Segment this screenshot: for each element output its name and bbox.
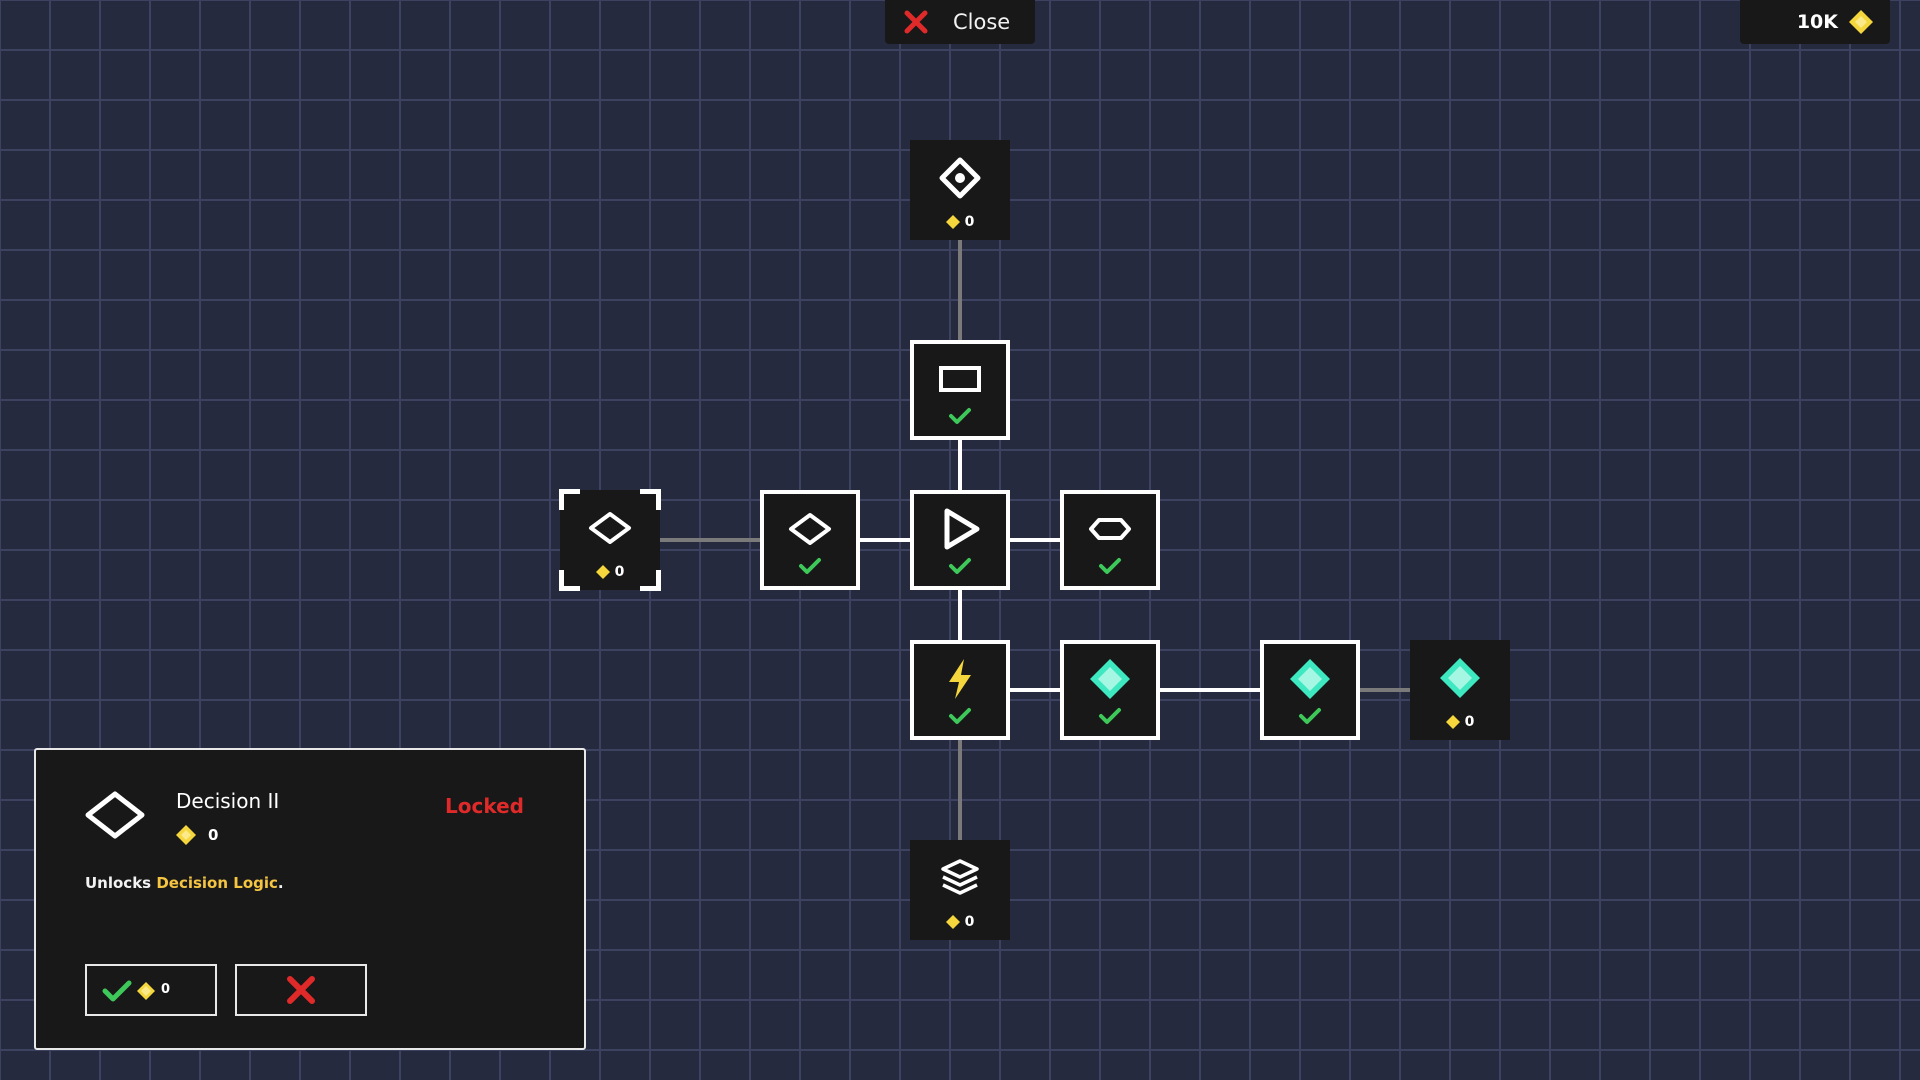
node-cost: 0 xyxy=(560,564,660,580)
node-decision-ii[interactable]: 0 xyxy=(559,489,661,591)
check-icon xyxy=(1099,558,1121,574)
cost-gem-icon xyxy=(595,565,610,579)
confirm-cost: 0 xyxy=(161,982,171,997)
layers-stack-icon xyxy=(937,855,983,901)
check-icon xyxy=(949,708,971,724)
close-icon xyxy=(904,10,928,34)
currency-display: 10K xyxy=(1740,0,1890,44)
node-target[interactable]: 0 xyxy=(910,140,1010,240)
cost-gem-icon xyxy=(1445,715,1460,729)
check-icon xyxy=(102,980,132,1002)
close-label: Close xyxy=(953,10,1011,34)
rectangle-icon xyxy=(937,356,983,402)
teal-gem-icon xyxy=(1437,655,1483,701)
lightning-icon xyxy=(937,656,983,702)
close-button[interactable]: Close xyxy=(885,0,1035,44)
check-icon xyxy=(799,558,821,574)
node-hexagon[interactable] xyxy=(1060,490,1160,590)
panel-description: Unlocks Decision Logic. xyxy=(85,874,284,892)
cost-gem-icon xyxy=(137,982,155,1000)
currency-gem-icon xyxy=(1849,10,1873,34)
check-icon xyxy=(949,558,971,574)
teal-gem-icon xyxy=(1087,656,1133,702)
node-rectangle[interactable] xyxy=(910,340,1010,440)
currency-value: 10K xyxy=(1796,11,1838,33)
panel-title: Decision II xyxy=(176,789,280,813)
node-start[interactable] xyxy=(910,490,1010,590)
node-cost: 0 xyxy=(910,914,1010,930)
hexagon-icon xyxy=(1087,506,1133,552)
check-icon xyxy=(1099,708,1121,724)
cancel-button[interactable] xyxy=(235,964,367,1016)
selection-corner xyxy=(559,489,580,510)
node-gem-1[interactable] xyxy=(1060,640,1160,740)
diamond-outline-icon xyxy=(587,505,633,551)
node-stack[interactable]: 0 xyxy=(910,840,1010,940)
close-icon xyxy=(287,976,315,1004)
node-info-panel: Decision II 0 Locked Unlocks Decision Lo… xyxy=(34,748,586,1050)
selection-corner xyxy=(640,489,661,510)
unlock-confirm-button[interactable]: 0 xyxy=(85,964,217,1016)
description-highlight: Decision Logic xyxy=(156,874,278,892)
node-cost: 0 xyxy=(1410,714,1510,730)
play-triangle-icon xyxy=(937,506,983,552)
cost-gem-icon xyxy=(945,915,960,929)
diamond-outline-icon xyxy=(787,506,833,552)
node-decision[interactable] xyxy=(760,490,860,590)
check-icon xyxy=(1299,708,1321,724)
cost-gem-icon xyxy=(945,215,960,229)
node-cost: 0 xyxy=(910,214,1010,230)
check-icon xyxy=(949,408,971,424)
diamond-outline-icon xyxy=(85,791,145,839)
cost-gem-icon xyxy=(176,825,196,845)
node-lightning[interactable] xyxy=(910,640,1010,740)
node-gem-3[interactable]: 0 xyxy=(1410,640,1510,740)
diamond-target-icon xyxy=(937,155,983,201)
node-gem-2[interactable] xyxy=(1260,640,1360,740)
status-badge: Locked xyxy=(445,794,524,818)
panel-cost: 0 xyxy=(176,825,218,845)
teal-gem-icon xyxy=(1287,656,1333,702)
